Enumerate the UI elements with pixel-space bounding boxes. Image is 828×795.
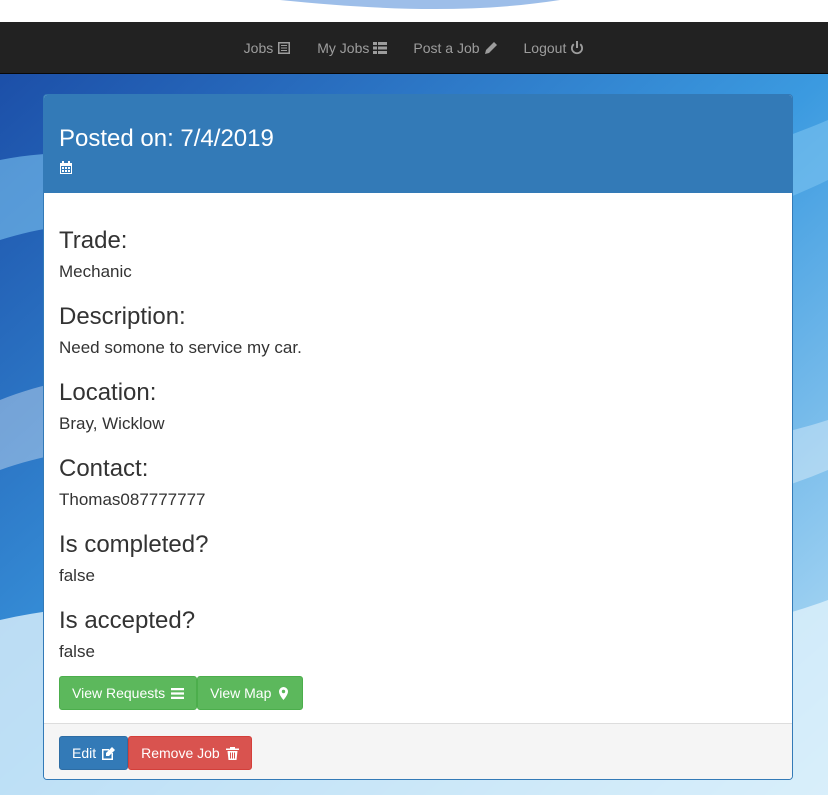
is-completed-label: Is completed? [59,531,209,558]
remove-job-label: Remove Job [141,745,220,761]
top-navbar: Jobs My Jobs Post a Job Logout [0,22,828,74]
description-label: Description: [59,303,186,330]
location-label: Location: [59,379,157,406]
view-map-button[interactable]: View Map [197,676,304,710]
view-requests-label: View Requests [72,685,166,701]
list-alt-icon [278,41,291,54]
nav-jobs[interactable]: Jobs [244,40,292,56]
panel-footer: Edit Remove Job [44,723,792,779]
location-value: Bray, Wicklow [59,414,165,433]
panel-body: Trade: Mechanic Description: Need somone… [44,193,792,663]
view-requests-button[interactable]: View Requests [59,676,198,710]
nav-post-a-job[interactable]: Post a Job [413,40,497,56]
nav-jobs-label: Jobs [243,39,274,56]
edit-label: Edit [72,745,97,761]
is-accepted-value: false [59,642,95,661]
description-value: Need somone to service my car. [59,338,302,357]
is-accepted-label: Is accepted? [59,607,196,634]
power-icon [571,40,584,54]
edit-button[interactable]: Edit [59,736,129,770]
job-detail-panel: Posted on: 7/4/2019 Trade: Mechanic Desc… [43,94,793,780]
map-marker-icon [279,686,289,700]
nav-logout-label: Logout [523,39,567,56]
nav-my-jobs[interactable]: My Jobs [317,39,388,56]
action-buttons: View Requests View Map [59,676,304,710]
view-map-label: View Map [210,685,272,701]
panel-heading: Posted on: 7/4/2019 [44,95,792,193]
remove-job-button[interactable]: Remove Job [128,736,252,770]
nav-post-a-job-label: Post a Job [413,39,480,56]
edit-icon [102,746,116,760]
contact-value: Thomas087777777 [59,490,206,509]
nav-my-jobs-label: My Jobs [317,39,370,56]
trade-value: Mechanic [59,262,132,281]
list-icon [171,687,185,699]
th-list-icon [373,41,388,54]
calendar-icon [59,161,73,175]
trash-icon [225,746,239,760]
nav-logout[interactable]: Logout [524,40,585,56]
pencil-icon [484,41,497,54]
trade-label: Trade: [59,227,128,254]
is-completed-value: false [59,566,95,585]
contact-label: Contact: [59,455,149,482]
posted-on-title: Posted on: 7/4/2019 [59,125,274,152]
